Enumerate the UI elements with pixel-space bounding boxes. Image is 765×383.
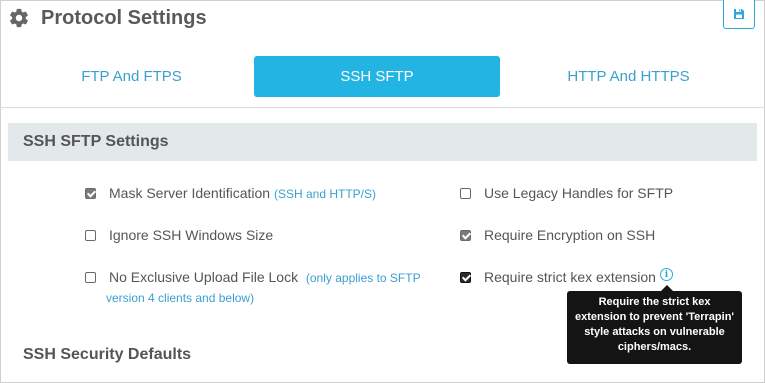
no-exclusive-lock-note-1: (only applies to SFTP — [305, 271, 421, 285]
tooltip-line-3: style attacks on vulnerable — [584, 326, 725, 338]
section-header: SSH SFTP Settings — [8, 123, 757, 161]
tab-bar: FTP And FTPS SSH SFTP HTTP And HTTPS — [0, 40, 765, 108]
no-exclusive-lock-note-2: version 4 clients and below) — [106, 291, 255, 305]
floppy-disk-icon — [734, 8, 744, 19]
page-title: Protocol Settings — [41, 7, 207, 29]
gear-icon — [10, 8, 28, 28]
no-exclusive-lock-label: No Exclusive Upload File Lock — [109, 269, 299, 285]
legacy-handles-checkbox[interactable] — [460, 188, 471, 199]
ssh-security-defaults-heading: SSH Security Defaults — [23, 346, 192, 363]
tab-ssh-sftp[interactable]: SSH SFTP — [254, 56, 500, 97]
tooltip-line-1: Require the strict kex — [598, 296, 711, 308]
mask-server-note: (SSH and HTTP/S) — [273, 187, 376, 201]
info-icon[interactable]: i — [660, 268, 673, 281]
legacy-handles-label: Use Legacy Handles for SFTP — [484, 185, 674, 201]
ignore-window-checkbox[interactable] — [85, 230, 96, 241]
no-exclusive-lock-option: No Exclusive Upload File Lock (only appl… — [109, 267, 421, 288]
strict-kex-checkbox[interactable] — [460, 272, 471, 283]
strict-kex-label: Require strict kex extension — [484, 269, 656, 285]
tooltip: Require the strict kex extension to prev… — [567, 285, 742, 364]
tooltip-line-2: extension to prevent 'Terrapin' — [574, 311, 735, 323]
tab-ftp-ftps[interactable]: FTP And FTPS — [9, 56, 254, 97]
mask-server-label: Mask Server Identification — [109, 185, 271, 201]
header: Protocol Settings — [0, 0, 765, 40]
tooltip-line-4: ciphers/macs. — [617, 341, 692, 353]
ignore-window-label: Ignore SSH Windows Size — [109, 227, 274, 243]
save-button[interactable] — [723, 0, 755, 29]
mask-server-option: Mask Server Identification (SSH and HTTP… — [109, 183, 376, 204]
mask-server-checkbox[interactable] — [85, 188, 96, 199]
tab-http-https[interactable]: HTTP And HTTPS — [506, 56, 751, 97]
no-exclusive-lock-checkbox[interactable] — [85, 272, 96, 283]
require-encryption-label: Require Encryption on SSH — [484, 227, 656, 243]
require-encryption-checkbox[interactable] — [460, 230, 471, 241]
